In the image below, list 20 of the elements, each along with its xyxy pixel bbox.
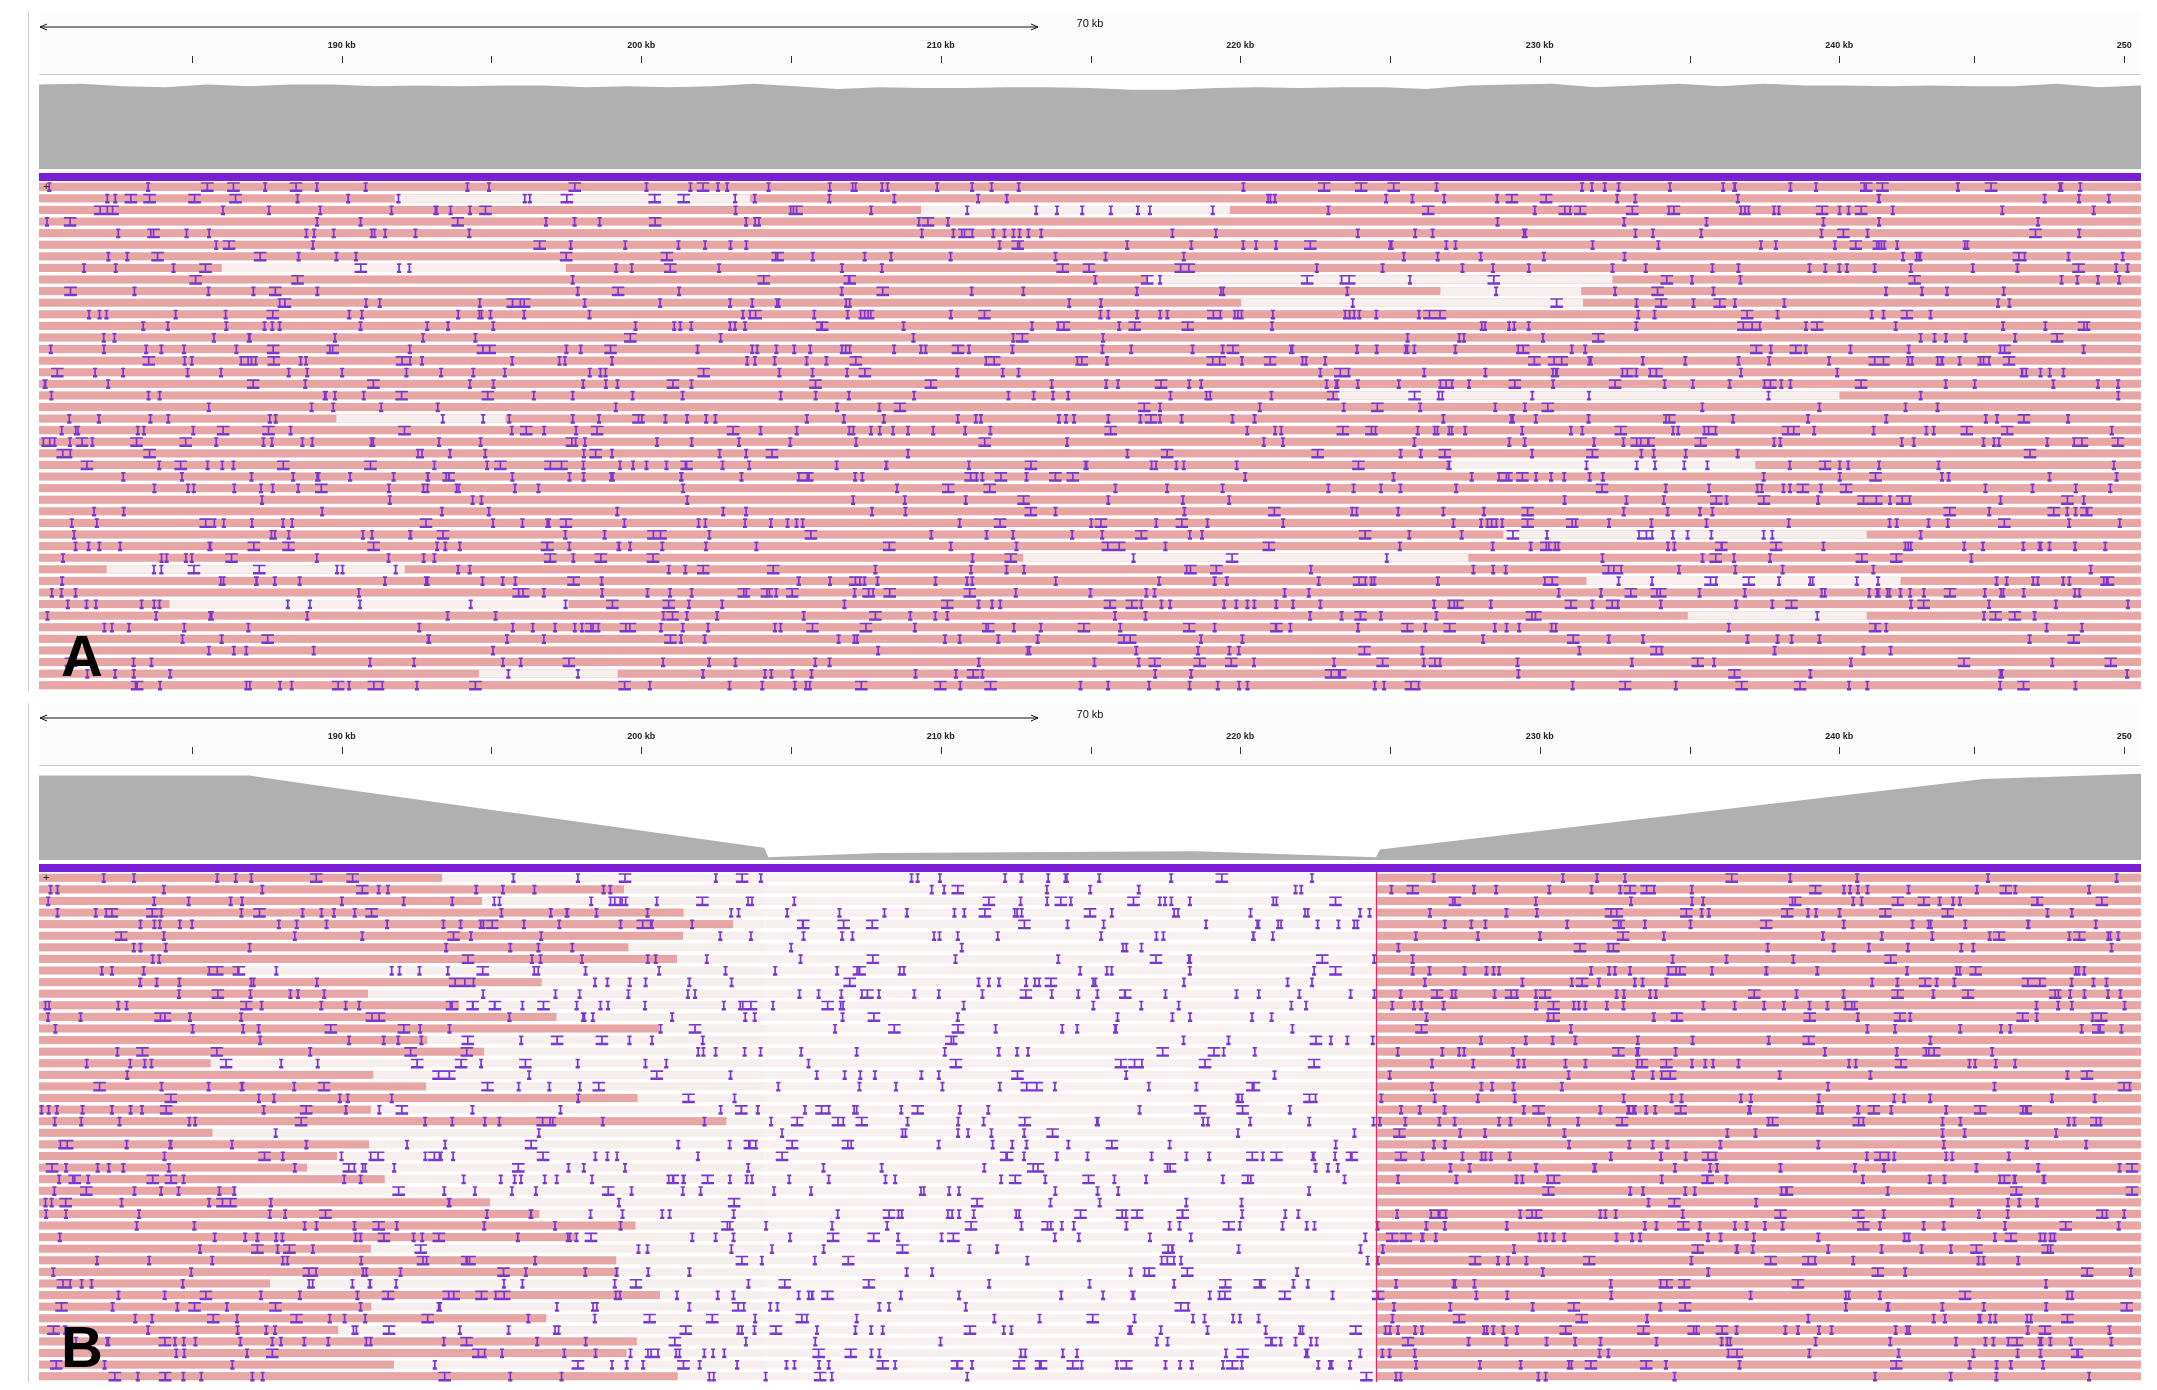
tick-label: 200 kb (627, 40, 656, 50)
span-arrow-icon (39, 22, 1039, 32)
panel-label: B (61, 1318, 103, 1376)
expand-toggle[interactable]: + (43, 872, 50, 883)
tick-label: 240 kb (1825, 40, 1854, 50)
tick-label: 190 kb (327, 40, 356, 50)
span-arrow-icon (39, 713, 1039, 723)
tick-label: 190 kb (327, 731, 356, 741)
tick-label: 220 kb (1226, 731, 1255, 741)
tick-label: 230 kb (1525, 731, 1554, 741)
tick-label: 230 kb (1525, 40, 1554, 50)
tick-label: 220 kb (1226, 40, 1255, 50)
expand-toggle[interactable]: + (43, 181, 50, 192)
panel-label: A (61, 627, 103, 685)
tick-label: 210 kb (926, 731, 955, 741)
tick-label: 210 kb (926, 40, 955, 50)
tick-label: 240 kb (1825, 731, 1854, 741)
tick-label: 250 (2116, 40, 2132, 50)
tick-label: 200 kb (627, 731, 656, 741)
tick-label: 250 (2116, 731, 2132, 741)
